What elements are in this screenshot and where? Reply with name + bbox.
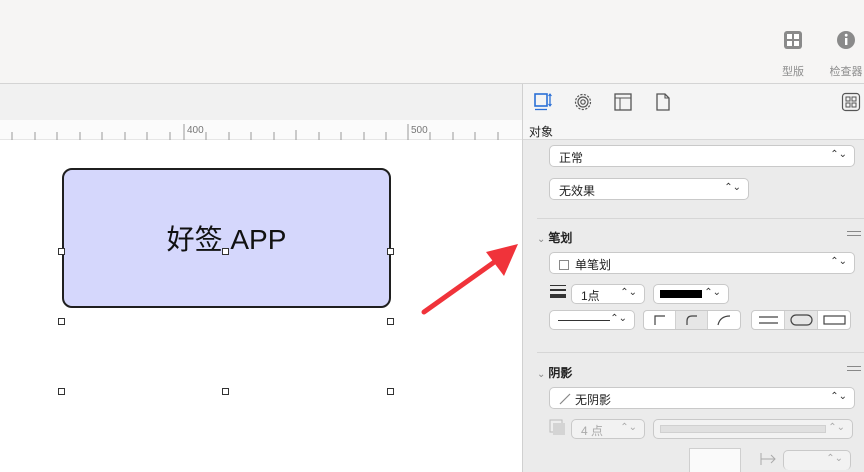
chevron-updown-icon: ⌃⌄ xyxy=(830,391,847,402)
cap-round-option[interactable] xyxy=(785,311,818,329)
corner-curve-option[interactable] xyxy=(708,311,740,329)
disclosure-chevron-icon: ⌄ xyxy=(537,234,546,245)
stepper-icon[interactable]: ⌃⌄ xyxy=(620,422,637,433)
resize-handle-top-right[interactable] xyxy=(387,248,394,255)
stepper-icon[interactable]: ⌃⌄ xyxy=(620,287,637,298)
stencils-label: 型版 xyxy=(782,66,804,78)
chevron-updown-icon: ⌃⌄ xyxy=(610,313,627,324)
geometry-inspector-icon[interactable] xyxy=(533,92,553,112)
shadow-swatch-icon xyxy=(549,419,565,435)
section-divider xyxy=(537,218,864,219)
resize-handle-bottom-left[interactable] xyxy=(58,388,65,395)
resize-handle-left[interactable] xyxy=(58,318,65,325)
stroke-color-swatch xyxy=(660,290,702,298)
shadow-offset-icon xyxy=(760,453,776,465)
line-cap-segmented[interactable] xyxy=(751,310,851,330)
corner-round-option[interactable] xyxy=(676,311,708,329)
cap-butt-option[interactable] xyxy=(752,311,785,329)
resize-handle-right[interactable] xyxy=(387,318,394,325)
corner-square-option[interactable] xyxy=(644,311,676,329)
shadow-size-value: 4 点 xyxy=(581,424,604,438)
section-divider xyxy=(537,352,864,353)
blend-mode-select[interactable]: 正常 ⌃⌄ xyxy=(549,145,855,167)
ruler-label-500: 500 xyxy=(411,125,428,136)
stroke-weight-icon xyxy=(550,285,566,298)
chevron-updown-icon: ⌃⌄ xyxy=(724,182,741,193)
resize-handle-top-left[interactable] xyxy=(58,248,65,255)
cap-butt-icon xyxy=(759,316,778,324)
stroke-color-well[interactable]: ⌃⌄ xyxy=(653,284,729,304)
inspector-layout-icon[interactable] xyxy=(841,92,861,112)
shadow-type-label: 无阴影 xyxy=(575,393,612,407)
resize-handle-bottom-right[interactable] xyxy=(387,388,394,395)
chevron-updown-icon: ⌃⌄ xyxy=(828,422,845,433)
selected-shape[interactable]: 好签 APP xyxy=(62,168,391,308)
inspector-tabs xyxy=(523,84,864,120)
stroke-weight-field[interactable]: 1点 ⌃⌄ xyxy=(571,284,645,304)
stroke-weight-value: 1点 xyxy=(581,289,600,303)
shadow-offset-field[interactable]: ⌃⌄ xyxy=(783,450,851,470)
line-pattern-select[interactable]: ⌃⌄ xyxy=(549,310,635,330)
corner-square-icon xyxy=(654,315,665,325)
canvas-inspector-icon[interactable] xyxy=(613,92,633,112)
stroke-type-label: 单笔划 xyxy=(575,258,612,272)
disclosure-chevron-icon: ⌄ xyxy=(537,369,546,380)
corner-round-icon xyxy=(686,315,697,325)
ruler-ticks xyxy=(11,124,499,140)
chevron-updown-icon: ⌃⌄ xyxy=(830,256,847,267)
annotation-arrow-icon xyxy=(421,244,518,315)
no-shadow-icon xyxy=(559,393,571,405)
ruler-background xyxy=(0,84,522,120)
shadow-color-swatch xyxy=(660,425,826,433)
gear-icon[interactable] xyxy=(573,92,593,112)
inspector-header: 对象 xyxy=(523,120,864,140)
stepper-icon[interactable]: ⌃⌄ xyxy=(826,453,843,464)
blend-mode-value: 正常 xyxy=(559,151,584,165)
stroke-section-menu-icon[interactable] xyxy=(847,231,861,241)
shadow-size-field[interactable]: 4 点 ⌃⌄ xyxy=(571,419,645,439)
shadow-color-well[interactable]: ⌃⌄ xyxy=(653,419,853,439)
stroke-type-select[interactable]: 单笔划 ⌃⌄ xyxy=(549,252,855,274)
chevron-updown-icon: ⌃⌄ xyxy=(704,287,721,298)
corner-style-segmented[interactable] xyxy=(643,310,741,330)
ruler-label-400: 400 xyxy=(187,125,204,136)
stencils-icon xyxy=(784,31,802,49)
shadow-type-select[interactable]: 无阴影 ⌃⌄ xyxy=(549,387,855,409)
stroke-swatch-icon xyxy=(559,260,569,270)
cap-square-option[interactable] xyxy=(818,311,851,329)
document-icon[interactable] xyxy=(653,92,673,112)
shadow-position-pad[interactable] xyxy=(689,448,741,472)
shadow-section-header[interactable]: ⌄ 阴影 xyxy=(537,364,572,381)
effect-value: 无效果 xyxy=(559,184,596,198)
horizontal-ruler[interactable] xyxy=(0,120,522,140)
inspector-panel: 对象 正常 ⌃⌄ 无效果 ⌃⌄ ⌄笔划 单笔划 ⌃⌄ 1点 ⌃⌄ ⌃⌄ ⌃⌄ xyxy=(522,84,864,472)
window-toolbar: 型版 检查器 xyxy=(0,0,864,84)
resize-handle-top[interactable] xyxy=(222,248,229,255)
stencils-button[interactable]: 型版 xyxy=(771,30,815,79)
effect-select[interactable]: 无效果 ⌃⌄ xyxy=(549,178,749,200)
inspector-label: 检查器 xyxy=(829,66,863,78)
stroke-type-value: 单笔划 xyxy=(559,256,611,273)
shadow-type-value: 无阴影 xyxy=(559,391,611,408)
resize-handle-bottom[interactable] xyxy=(222,388,229,395)
info-icon xyxy=(837,31,855,49)
line-pattern-preview xyxy=(558,320,610,321)
inspector-header-title: 对象 xyxy=(529,125,554,139)
shadow-section-menu-icon[interactable] xyxy=(847,366,861,376)
stroke-section-title: 笔划 xyxy=(548,231,573,245)
stroke-section-header[interactable]: ⌄ 笔划 xyxy=(537,229,572,246)
cap-square-icon xyxy=(823,315,846,325)
inspector-button[interactable]: 检查器 xyxy=(824,30,864,79)
cap-round-icon xyxy=(790,314,813,326)
shadow-section-title: 阴影 xyxy=(548,366,573,380)
corner-curve-icon xyxy=(717,315,731,326)
chevron-updown-icon: ⌃⌄ xyxy=(830,149,847,160)
